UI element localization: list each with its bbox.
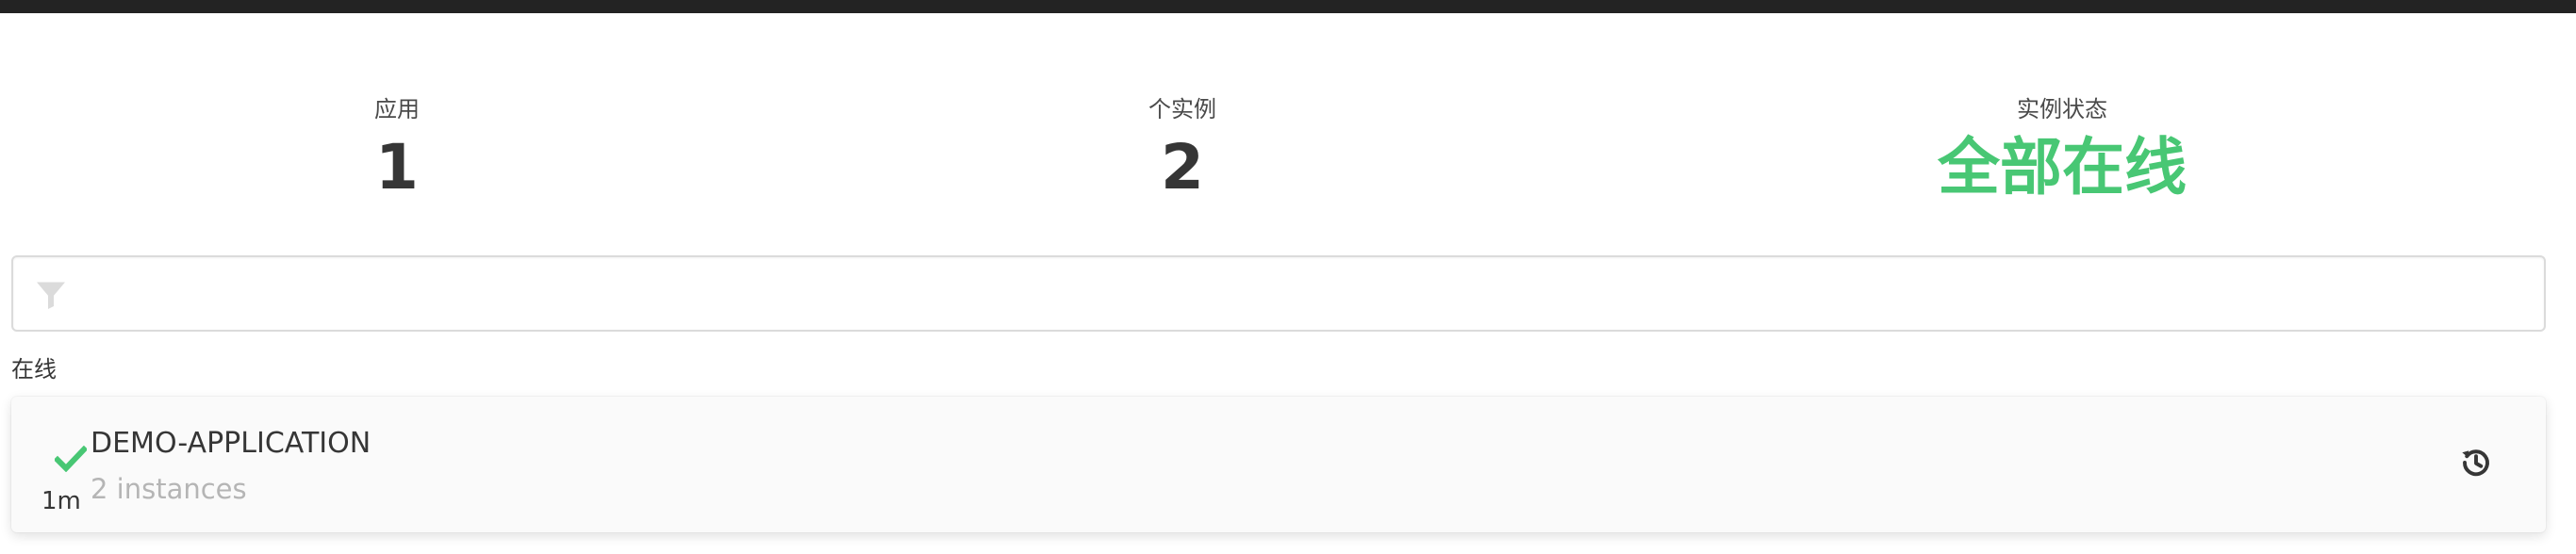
stat-applications-value: 1 <box>375 131 419 204</box>
application-name: DEMO-APPLICATION <box>91 427 372 460</box>
history-button[interactable] <box>2453 442 2499 487</box>
stat-instance-status: 实例状态 全部在线 <box>1779 94 2345 205</box>
group-label-online: 在线 <box>11 356 57 383</box>
stat-applications: 应用 1 <box>114 94 680 205</box>
stat-instances-label: 个实例 <box>1148 96 1216 122</box>
top-navbar <box>0 0 2576 13</box>
stat-instances-value: 2 <box>1161 131 1204 204</box>
stat-instance-status-value: 全部在线 <box>1938 131 2187 204</box>
filter-icon <box>34 278 68 312</box>
check-icon <box>53 445 89 473</box>
application-card[interactable]: 1m DEMO-APPLICATION 2 instances <box>11 397 2546 532</box>
stat-instance-status-label: 实例状态 <box>2017 96 2107 122</box>
filter-input[interactable] <box>89 267 2521 321</box>
summary-stats: 应用 1 个实例 2 实例状态 全部在线 <box>0 94 2576 217</box>
stat-instances: 个实例 2 <box>900 94 1465 205</box>
stat-applications-label: 应用 <box>374 96 420 122</box>
application-instance-count: 2 instances <box>91 473 247 505</box>
status-since: 1m <box>41 487 81 515</box>
filter-field[interactable] <box>11 255 2546 332</box>
history-icon <box>2459 446 2493 483</box>
application-status: 1m <box>41 425 89 515</box>
